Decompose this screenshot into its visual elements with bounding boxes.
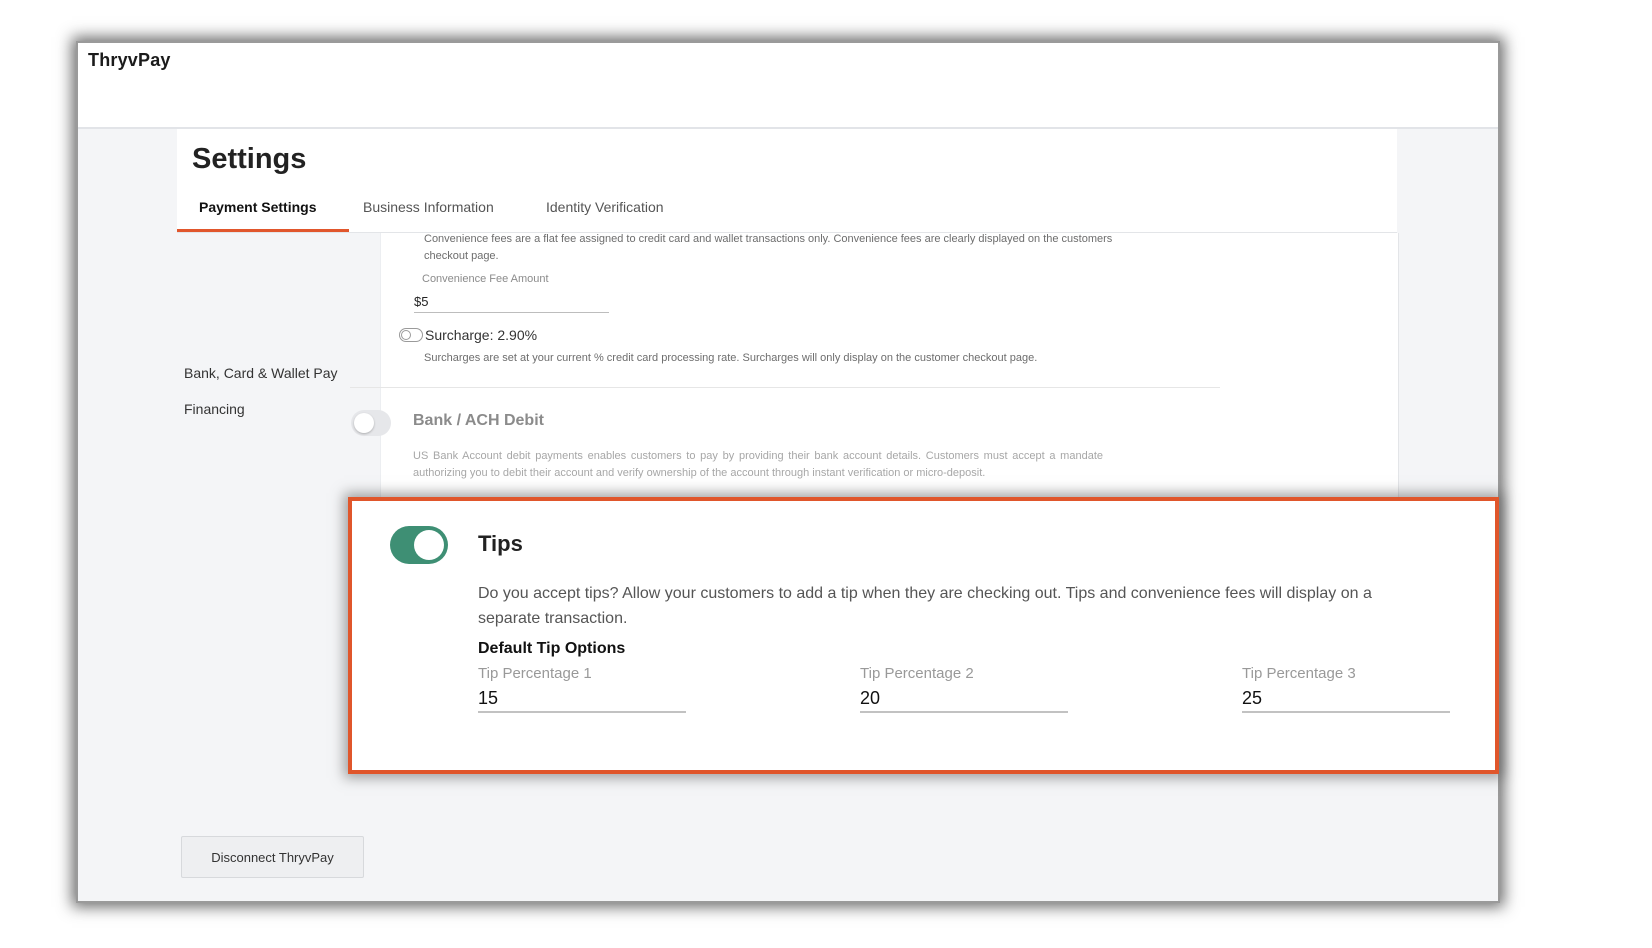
convenience-fee-label: Convenience Fee Amount: [422, 273, 549, 285]
tab-identity-verification[interactable]: Identity Verification: [546, 199, 664, 215]
page-title: Settings: [192, 143, 307, 175]
sidebar-item-bank-card-wallet-pay[interactable]: Bank, Card & Wallet Pay: [184, 365, 338, 381]
toggle-knob: [414, 530, 444, 560]
surcharge-description: Surcharges are set at your current % cre…: [424, 352, 1038, 364]
tab-payment-settings[interactable]: Payment Settings: [199, 199, 316, 215]
tips-description: Do you accept tips? Allow your customers…: [478, 585, 1372, 627]
tip-percentage-2-field: Tip Percentage 2: [860, 665, 1068, 713]
section-divider: [350, 387, 1220, 388]
tip-percentage-2-input[interactable]: [860, 685, 1068, 713]
tips-toggle[interactable]: [390, 526, 448, 564]
ach-debit-description: US Bank Account debit payments enables c…: [413, 450, 1103, 479]
surcharge-title: Surcharge: 2.90%: [425, 327, 538, 343]
convenience-fee-input[interactable]: [414, 290, 609, 313]
surcharge-toggle[interactable]: [399, 328, 423, 342]
tip-percentage-3-label: Tip Percentage 3: [1242, 665, 1356, 682]
top-bar: ThryvPay: [78, 43, 1498, 129]
tips-callout: Tips Do you accept tips? Allow your cust…: [348, 497, 1499, 774]
settings-header: Settings Payment Settings Business Infor…: [177, 129, 1397, 232]
tab-business-information[interactable]: Business Information: [363, 199, 494, 215]
toggle-knob: [354, 413, 374, 433]
disconnect-button[interactable]: Disconnect ThryvPay: [181, 836, 364, 878]
tip-percentage-3-input[interactable]: [1242, 685, 1450, 713]
tip-percentage-1-label: Tip Percentage 1: [478, 665, 592, 682]
tip-percentage-1-field: Tip Percentage 1: [478, 665, 686, 713]
sidebar-item-financing[interactable]: Financing: [184, 401, 245, 417]
tip-percentage-3-field: Tip Percentage 3: [1242, 665, 1450, 713]
toggle-knob: [401, 330, 411, 340]
brand-logo: ThryvPay: [88, 50, 171, 70]
ach-debit-toggle[interactable]: [351, 410, 391, 436]
ach-debit-title: Bank / ACH Debit: [413, 412, 544, 429]
tip-percentage-2-label: Tip Percentage 2: [860, 665, 974, 682]
default-tip-options-heading: Default Tip Options: [478, 640, 626, 657]
tips-title: Tips: [478, 531, 523, 556]
tip-percentage-1-input[interactable]: [478, 685, 686, 713]
convenience-fee-description: Convenience fees are a flat fee assigned…: [424, 233, 1113, 262]
